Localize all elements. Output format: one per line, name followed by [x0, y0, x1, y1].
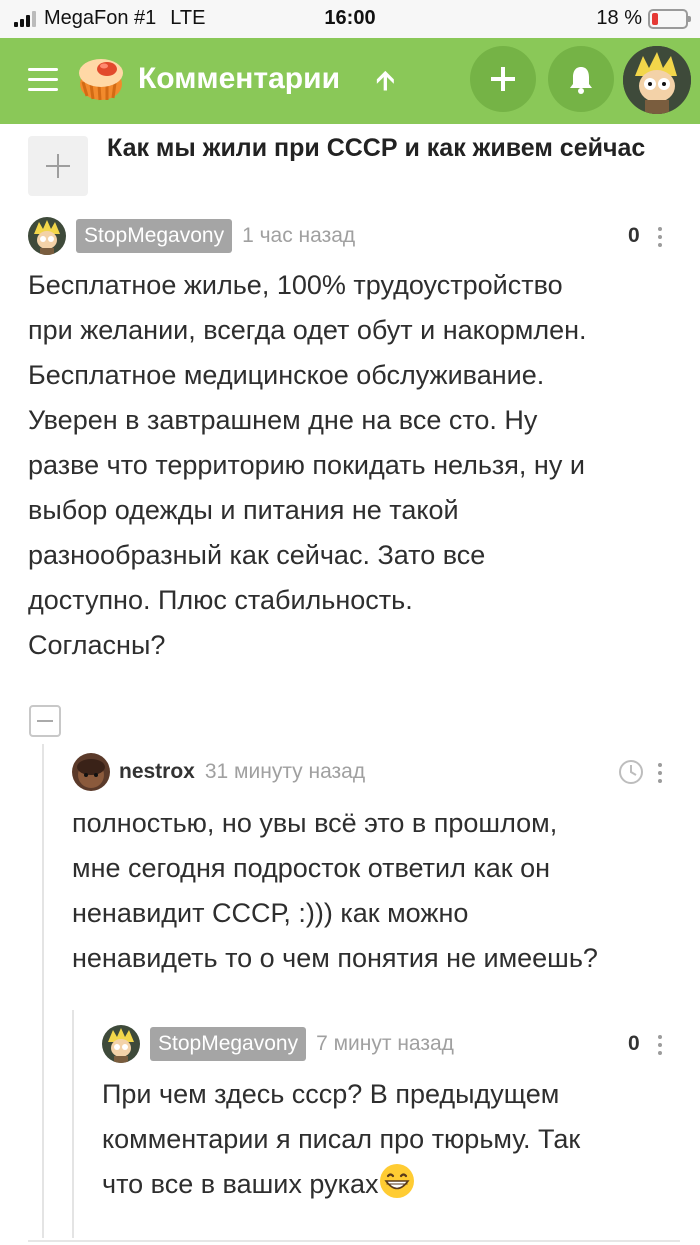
status-right: 18 %: [596, 7, 691, 30]
comment-meta: StopMegavony 7 минут назад: [102, 1025, 454, 1063]
pikabu-logo-icon[interactable]: [76, 54, 126, 104]
comment-rating: 0: [628, 1032, 640, 1055]
comment-time[interactable]: 31 минуту назад: [205, 760, 365, 784]
avatar[interactable]: [28, 217, 66, 255]
author-name[interactable]: StopMegavony: [76, 219, 233, 253]
post-rate-up-button[interactable]: [28, 136, 88, 196]
plus-icon: [491, 67, 515, 91]
comment-line: выбор одежды и питания не такой: [28, 495, 459, 525]
status-bar: MegaFon #1 LTE 16:00 18 %: [0, 0, 700, 38]
comment-time[interactable]: 7 минут назад: [316, 1032, 454, 1056]
comment-line: Бесплатное жилье, 100% трудоустройство: [28, 270, 563, 300]
battery-icon: [648, 8, 691, 29]
more-options-icon[interactable]: [655, 227, 665, 251]
avatar[interactable]: [102, 1025, 140, 1063]
comment-meta: nestrox 31 минуту назад: [72, 753, 365, 791]
comment-line: доступно. Плюс стабильность.: [28, 585, 413, 615]
divider: [28, 1240, 680, 1242]
add-post-button[interactable]: [470, 46, 536, 112]
comment-line-text: что все в ваших руках: [102, 1169, 379, 1199]
comment-line: полностью, но увы всё это в прошлом,: [72, 808, 558, 838]
comment-line: При чем здесь ссср? В предыдущем: [102, 1079, 560, 1109]
comment-line: Бесплатное медицинское обслуживание.: [28, 360, 545, 390]
minus-icon: [37, 720, 53, 722]
comment-rating: 0: [628, 224, 640, 247]
thread-line[interactable]: [72, 1010, 74, 1238]
comment-body: полностью, но увы всё это в прошлом, мне…: [72, 801, 682, 981]
comment-line: разве что территорию покидать нельзя, ну…: [28, 450, 585, 480]
comment-body: Бесплатное жилье, 100% трудоустройство п…: [28, 263, 678, 668]
avatar[interactable]: [72, 753, 110, 791]
more-options-icon[interactable]: [655, 1035, 665, 1059]
author-name[interactable]: StopMegavony: [150, 1027, 307, 1061]
arrow-up-icon[interactable]: 🡩: [376, 62, 395, 106]
app-bar: Комментарии 🡩: [0, 38, 700, 124]
comment-line: при желании, всегда одет обут и накормле…: [28, 315, 587, 345]
collapse-thread-button[interactable]: [29, 705, 61, 737]
page-title: Комментарии: [138, 62, 341, 95]
post-title[interactable]: Как мы жили при СССР и как живем сейчас: [107, 131, 667, 165]
comment-body: При чем здесь ссср? В предыдущем коммент…: [102, 1072, 682, 1207]
grinning-face-emoji-icon: [379, 1164, 414, 1198]
comment-line: комментарии я писал про тюрьму. Так: [102, 1124, 581, 1154]
comment-line: Согласны?: [28, 630, 166, 660]
comment-line: Уверен в завтрашнем дне на все сто. Ну: [28, 405, 538, 435]
author-name[interactable]: nestrox: [119, 760, 195, 784]
comment-line: разнообразный как сейчас. Зато все: [28, 540, 486, 570]
clock-icon: [619, 760, 643, 784]
comment-line: ненавидит СССР, :))) как можно: [72, 898, 469, 928]
comment-line: ненавидеть то о чем понятия не имеешь?: [72, 943, 598, 973]
user-avatar[interactable]: [623, 46, 691, 114]
plus-icon: [46, 154, 70, 178]
menu-icon[interactable]: [28, 68, 58, 92]
clock: 16:00: [324, 7, 376, 29]
comment-time[interactable]: 1 час назад: [242, 224, 355, 248]
bell-icon: [570, 67, 592, 94]
more-options-icon[interactable]: [655, 763, 665, 787]
comment-line: что все в ваших руках: [102, 1162, 682, 1207]
comment-line: мне сегодня подросток ответил как он: [72, 853, 551, 883]
notifications-button[interactable]: [548, 46, 614, 112]
comment-meta: StopMegavony 1 час назад: [28, 217, 355, 255]
thread-line[interactable]: [42, 744, 44, 1238]
battery-percent: 18 %: [596, 7, 642, 29]
